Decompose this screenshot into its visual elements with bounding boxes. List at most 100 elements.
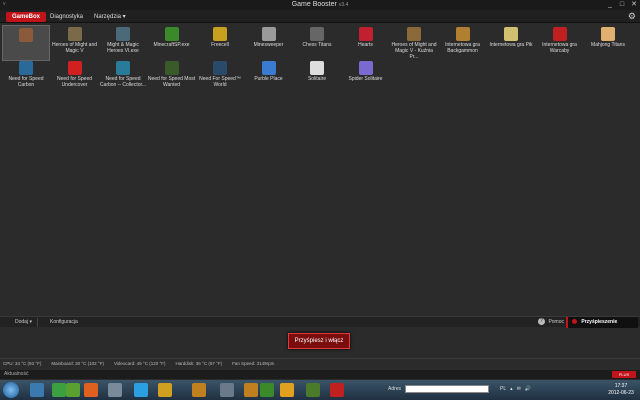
game-tile[interactable]: Solitaire [293,59,341,95]
game-label: Internetowa gra Pik [489,42,533,48]
game-tile[interactable]: Internetowa gra Pik [487,25,535,61]
game-icon [164,61,179,75]
game-icon [19,28,33,42]
title-version: v3.4 [338,2,349,8]
game-label: Spider Solitaire [348,76,383,82]
help-icon: ? [538,318,546,326]
update-link[interactable]: Aktualność [4,371,28,377]
game-icon [504,27,518,41]
game-tile[interactable]: Need for Speed Carbon -- Collector... [99,59,147,95]
game-tile[interactable]: Hearts [342,25,390,61]
minecraft2-icon[interactable] [306,383,320,397]
game-grid: Heroes of Might and Magic V Might & Magic… [2,25,638,315]
gear-icon[interactable]: ⚙ [628,11,636,22]
add-button[interactable]: Dodaj ▾ [10,318,38,327]
minecraft-icon[interactable] [260,383,274,397]
game-icon[interactable] [244,383,258,397]
game-tile[interactable]: Need for Speed Most Wanted [148,59,196,95]
game-icon [358,27,373,41]
sun-icon[interactable] [280,383,294,397]
message-icon[interactable]: ✉ [517,386,521,392]
minimize-button[interactable]: _ [604,0,616,10]
game-tile[interactable]: Need for Speed Carbon [2,59,50,95]
game-tile[interactable]: Heroes of Might and Magic V - Kuźnia Pr.… [390,25,438,61]
game-icon [213,27,227,41]
game-tile[interactable]: Freecell [196,25,244,61]
game-icon [552,27,567,41]
help-button[interactable]: ? Pomoc [538,318,564,327]
game-tile[interactable]: Purble Place [245,59,293,95]
utorrent-icon[interactable] [66,383,80,397]
game-label: Need for Speed Carbon [8,76,44,88]
game-icon [67,61,82,75]
status-bar: CPU: 34 °C (93 °F) Mainboard: 30 °C (102… [0,358,640,368]
clock[interactable]: 17:37 2012-06-23 [604,383,638,397]
game-tile[interactable]: Need For Speed™ World [196,59,244,95]
game-tile[interactable]: Heroes of Might and Magic V [51,25,99,61]
game-tile[interactable] [2,25,50,61]
game-icon [310,27,324,41]
game-icon [213,61,227,75]
game-tile[interactable]: MinecraftSP.exe [148,25,196,61]
game-label: Mahjong Titans [591,42,625,48]
config-button[interactable]: Konfiguracja [45,318,83,327]
game-icon [601,27,615,41]
game-label: Purble Place [254,76,283,82]
boost-and-launch-button[interactable]: Przyśpiesz i włącz [288,333,350,349]
game-label: Solitaire [307,76,327,82]
network-icon[interactable] [220,383,234,397]
game-icon [116,61,130,75]
game-label: Need for Speed Carbon -- Collector... [99,76,147,88]
volume-icon[interactable]: 🔊 [525,386,531,392]
game-label: Heroes of Might and Magic V - Kuźnia Pr.… [391,42,437,60]
plus-badge[interactable]: PLUS [612,371,636,378]
start-button[interactable] [3,382,19,398]
tab-tools[interactable]: Narzędzia ▾ [88,12,132,22]
skype-icon[interactable] [134,383,148,397]
game-tile[interactable]: Internetowa gra Warcaby [536,25,584,61]
game-icon [19,61,33,75]
maximize-button[interactable]: □ [616,0,628,10]
address-label: Adres [388,386,402,392]
game-tile[interactable]: Spider Solitaire [342,59,390,95]
accelerate-icon [572,319,577,325]
fan-speed: Fan Speed: 3149rpm [232,361,275,366]
tray-expand-icon[interactable]: ▴ [510,386,513,392]
close-button[interactable]: ✕ [628,0,640,10]
game-tile[interactable]: Internetowa gra Backgammon [439,25,487,61]
address-input[interactable] [405,385,489,393]
winamp-icon[interactable] [192,383,206,397]
update-bar: Aktualność PLUS [0,370,640,379]
game-tile[interactable]: Minesweeper [245,25,293,61]
game-label: Internetowa gra Backgammon [445,42,480,54]
accelerate-button[interactable]: Przyśpieszenie [566,317,638,328]
clock-date: 2012-06-23 [608,390,634,396]
game-icon [310,61,324,75]
game-tile[interactable]: Mahjong Titans [584,25,632,61]
game-icon [407,27,421,41]
folder-icon[interactable] [30,383,44,397]
game-label: MinecraftSP.exe [153,42,190,48]
harddisk-temp: Harddisk: 36 °C (97 °F) [175,361,223,366]
media-player-icon[interactable] [52,383,66,397]
game-label: Internetowa gra Warcaby [542,42,577,54]
chrome-icon[interactable] [158,383,172,397]
game-tile[interactable]: Chess Titans [293,25,341,61]
game-icon [116,27,130,41]
game-tile[interactable]: Might & Magic Heroes VI.exe [99,25,147,61]
tab-gamebox[interactable]: GameBox [6,12,47,22]
game-icon [67,27,82,41]
game-label: Need for Speed Undercover [56,76,93,88]
window-title: Game Booster v3.4 [291,1,349,8]
game-label: Freecell [211,42,229,48]
game-tile[interactable]: Need for Speed Undercover [51,59,99,95]
language-indicator[interactable]: PL [500,386,506,392]
game-icon [261,27,276,41]
settings-icon[interactable] [108,383,122,397]
game-icon [164,27,179,41]
firefox-icon[interactable] [84,383,98,397]
tab-diagnostics[interactable]: Diagnostyka [44,12,89,22]
game-label: Need For Speed™ World [199,76,241,88]
clock-time: 17:37 [614,383,628,389]
game-booster-icon[interactable] [330,383,344,397]
